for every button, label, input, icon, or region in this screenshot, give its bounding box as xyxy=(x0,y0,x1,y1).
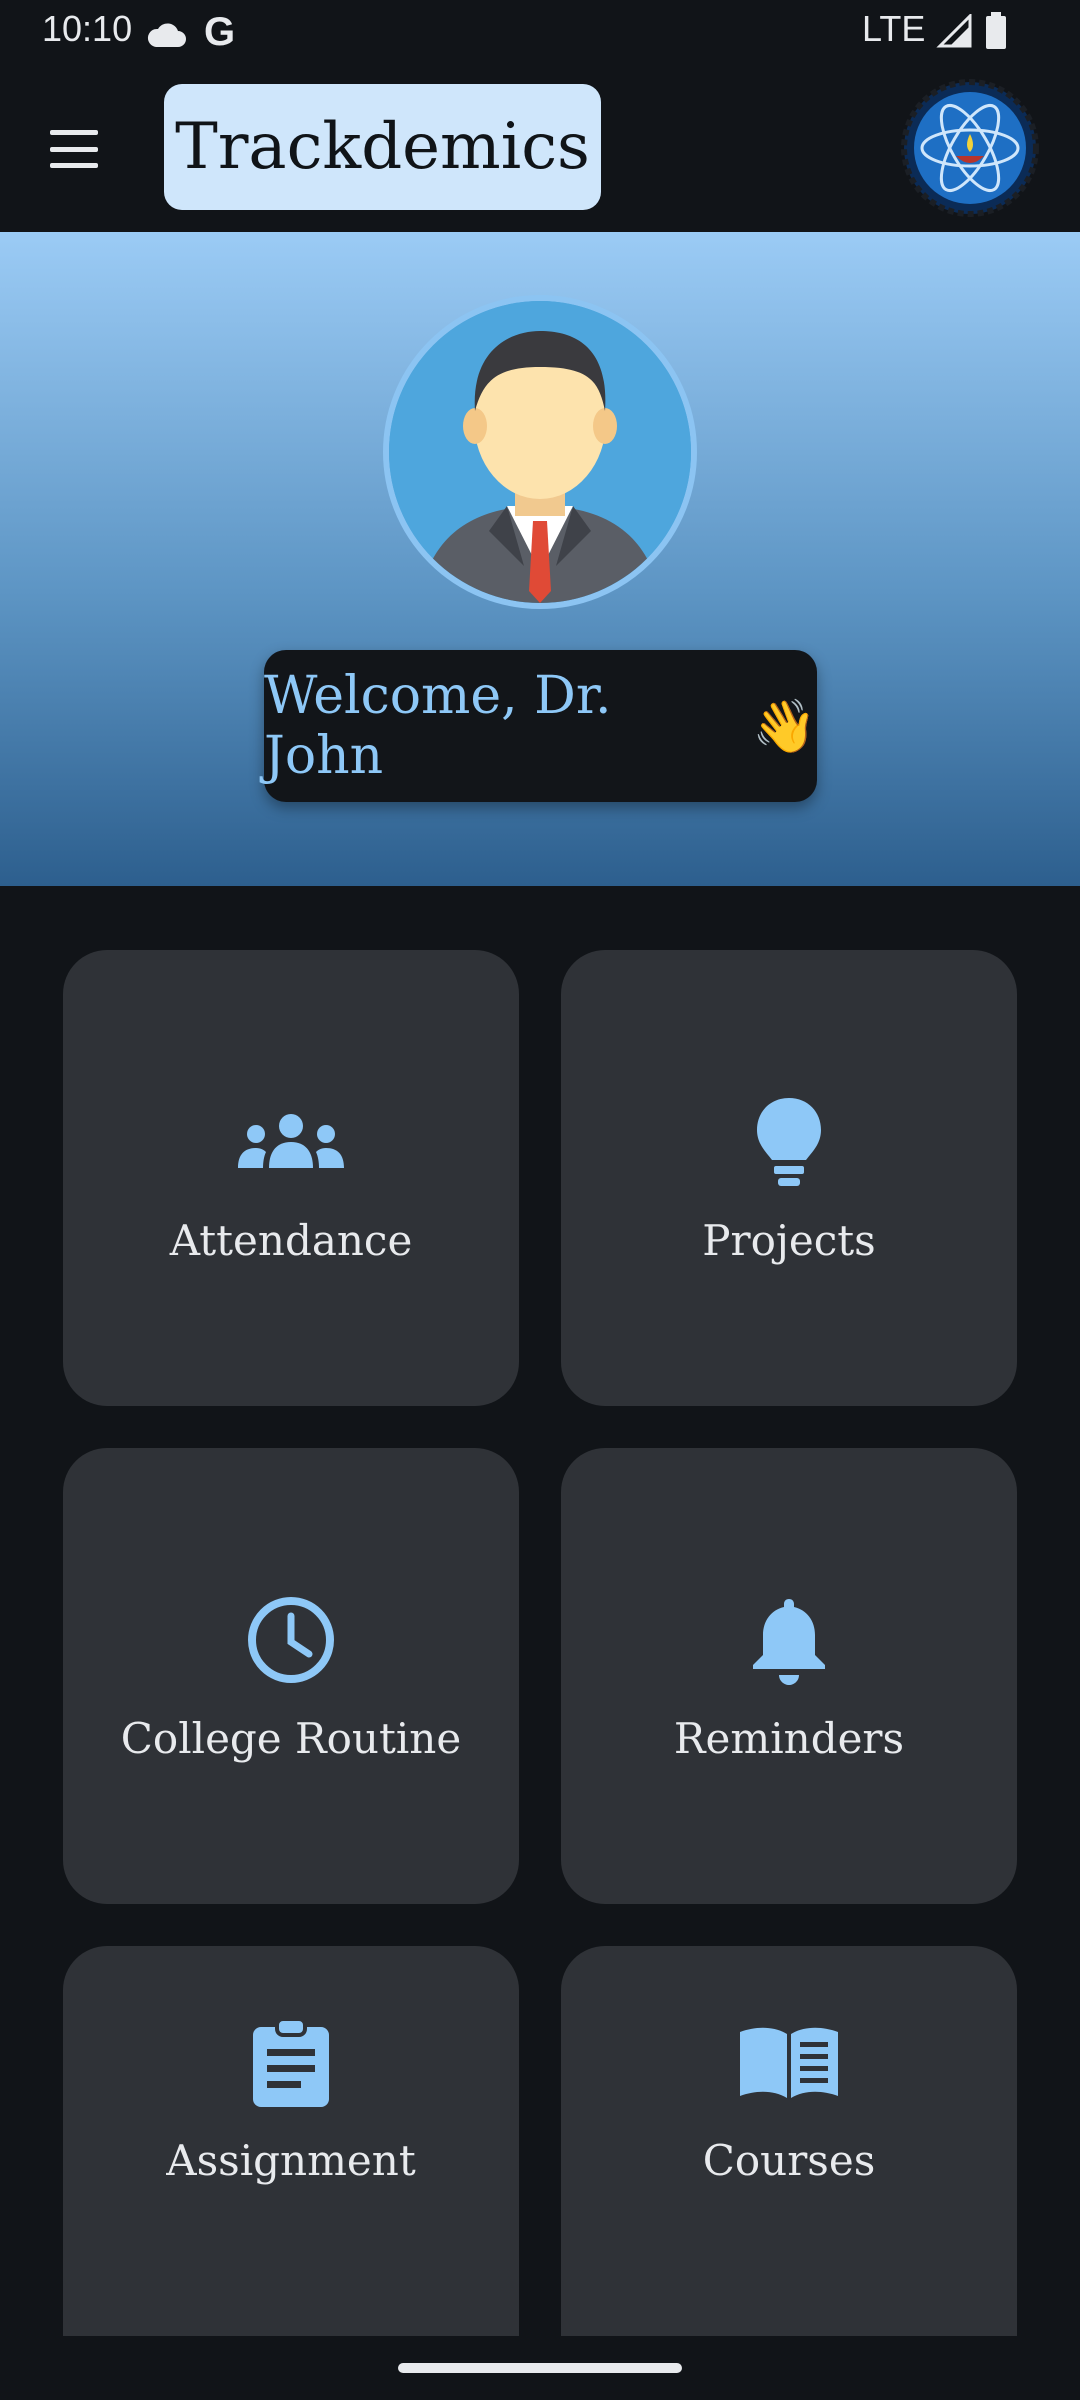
assignment-card[interactable]: Assignment xyxy=(63,1946,519,2336)
google-icon: G xyxy=(204,10,236,54)
bell-icon xyxy=(729,1590,849,1690)
card-label: College Routine xyxy=(120,1713,462,1763)
reminders-card[interactable]: Reminders xyxy=(561,1448,1017,1904)
menu-icon[interactable] xyxy=(42,124,106,174)
battery-icon xyxy=(984,12,1008,59)
card-label: Projects xyxy=(702,1215,876,1265)
welcome-banner: Welcome, Dr. John 👋 xyxy=(264,650,817,802)
cloud-icon xyxy=(146,16,186,58)
attendance-card[interactable]: Attendance xyxy=(63,950,519,1406)
status-bar: 10:10 G LTE xyxy=(0,0,1080,62)
app-title: Trackdemics xyxy=(164,84,601,210)
signal-icon xyxy=(936,12,972,57)
projects-card[interactable]: Projects xyxy=(561,950,1017,1406)
card-label: Courses xyxy=(702,2136,876,2185)
card-label: Reminders xyxy=(673,1713,905,1763)
app-bar: Trackdemics xyxy=(0,62,1080,232)
open-book-icon xyxy=(729,2012,849,2112)
people-group-icon xyxy=(231,1092,351,1192)
college-logo-icon xyxy=(900,78,1040,218)
college-routine-card[interactable]: College Routine xyxy=(63,1448,519,1904)
card-label: Assignment xyxy=(166,2136,416,2185)
network-type: LTE xyxy=(862,8,926,49)
clipboard-icon xyxy=(231,2012,351,2112)
wave-emoji: 👋 xyxy=(752,696,817,757)
card-label: Attendance xyxy=(169,1215,413,1265)
dashboard-grid: Attendance Projects College Routine Remi… xyxy=(0,886,1080,2336)
gesture-nav-handle[interactable] xyxy=(398,2363,682,2373)
avatar[interactable] xyxy=(383,295,697,609)
lightbulb-icon xyxy=(729,1092,849,1192)
welcome-text: Welcome, Dr. John xyxy=(264,666,612,786)
clock-icon xyxy=(231,1590,351,1690)
status-time: 10:10 xyxy=(42,8,133,49)
courses-card[interactable]: Courses xyxy=(561,1946,1017,2336)
